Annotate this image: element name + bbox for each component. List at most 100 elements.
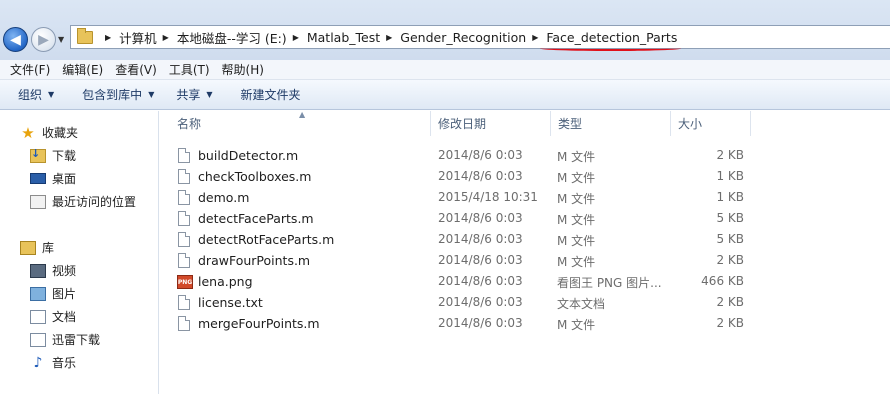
chevron-down-icon: ▼ [48,90,55,99]
star-icon: ★ [21,123,35,142]
file-type: M 文件 [557,318,596,332]
command-bar: 组织 ▼ 包含到库中 ▼ 共享 ▼ 新建文件夹 [0,80,890,110]
back-button[interactable]: ◀ [3,27,28,52]
download-folder-icon [30,147,46,163]
chevron-right-icon[interactable]: ▶ [105,33,111,42]
nav-item-label: 下载 [52,149,77,163]
nav-item-label: 文档 [52,310,77,324]
file-row[interactable]: license.txt 2014/8/6 0:03 文本文档 2 KB [160,292,890,313]
forward-button[interactable]: ▶ [31,27,56,52]
breadcrumb-computer[interactable]: 计算机 [119,28,157,47]
file-type: M 文件 [557,192,596,206]
file-row[interactable]: mergeFourPoints.m 2014/8/6 0:03 M 文件 2 K… [160,313,890,334]
folder-icon [77,27,93,44]
m-file-icon [178,190,190,205]
menu-tools[interactable]: 工具(T) [163,61,216,78]
file-size: 5 KB [716,232,744,246]
nav-item-recent-places[interactable]: 最近访问的位置 [30,193,136,210]
menu-view[interactable]: 查看(V) [109,61,163,78]
back-arrow-icon: ◀ [10,31,21,48]
documents-library-icon [30,309,46,324]
chevron-right-icon[interactable]: ▶ [532,33,538,42]
file-date: 2015/4/18 10:31 [438,190,538,204]
png-file-icon: PNG [177,275,193,289]
file-type: M 文件 [557,234,596,248]
library-icon [20,240,36,255]
chevron-down-icon: ▼ [206,90,213,99]
address-region: ◀ ▶ ▼ ▶ 计算机 ▶ 本地磁盘--学习 (E:) ▶ Matlab_Tes… [0,0,890,60]
file-row[interactable]: checkToolboxes.m 2014/8/6 0:03 M 文件 1 KB [160,166,890,187]
address-bar[interactable]: ▶ 计算机 ▶ 本地磁盘--学习 (E:) ▶ Matlab_Test ▶ Ge… [70,25,890,51]
chevron-right-icon[interactable]: ▶ [293,33,299,42]
menu-edit[interactable]: 编辑(E) [56,61,109,78]
nav-item-pictures[interactable]: 图片 [30,285,76,302]
file-name: license.txt [198,295,263,310]
m-file-icon [178,253,190,268]
file-list: ▲ 名称 修改日期 类型 大小 buildDetector.m 2014/8/6… [160,110,890,394]
chevron-right-icon[interactable]: ▶ [163,33,169,42]
nav-favorites[interactable]: ★ 收藏夹 [20,123,79,142]
organize-label: 组织 [18,88,43,102]
file-type: M 文件 [557,150,596,164]
nav-item-label: 桌面 [52,172,77,186]
m-file-icon [178,316,190,331]
desktop-icon [30,173,46,184]
file-name: detectFaceParts.m [198,211,314,226]
file-row[interactable]: detectFaceParts.m 2014/8/6 0:03 M 文件 5 K… [160,208,890,229]
sort-ascending-icon: ▲ [299,110,306,119]
share-label: 共享 [176,88,201,102]
menu-file[interactable]: 文件(F) [4,61,56,78]
file-size: 5 KB [716,211,744,225]
file-name: checkToolboxes.m [198,169,312,184]
include-in-library-button[interactable]: 包含到库中 ▼ [72,86,164,103]
nav-item-xunlei-downloads[interactable]: 迅雷下载 [30,331,100,348]
file-type: M 文件 [557,171,596,185]
video-library-icon [30,263,46,278]
file-row[interactable]: detectRotFaceParts.m 2014/8/6 0:03 M 文件 … [160,229,890,250]
file-size: 1 KB [716,190,744,204]
file-date: 2014/8/6 0:03 [438,253,523,267]
column-header-date[interactable]: 修改日期 [431,111,551,136]
file-row[interactable]: demo.m 2015/4/18 10:31 M 文件 1 KB [160,187,890,208]
breadcrumb-matlab-test[interactable]: Matlab_Test [307,30,380,45]
file-size: 466 KB [701,274,744,288]
column-header-label: 名称 [177,117,202,131]
nav-libraries-label: 库 [42,241,55,255]
nav-item-documents[interactable]: 文档 [30,308,76,325]
file-row[interactable]: drawFourPoints.m 2014/8/6 0:03 M 文件 2 KB [160,250,890,271]
nav-item-music[interactable]: ♪ 音乐 [30,354,76,371]
nav-favorites-label: 收藏夹 [42,126,79,140]
txt-file-icon [178,295,190,310]
file-type: M 文件 [557,213,596,227]
nav-item-label: 音乐 [52,356,77,370]
menu-help[interactable]: 帮助(H) [216,61,270,78]
nav-item-desktop[interactable]: 桌面 [30,170,76,187]
nav-item-videos[interactable]: 视频 [30,262,76,279]
column-header-type[interactable]: 类型 [551,111,671,136]
file-date: 2014/8/6 0:03 [438,295,523,309]
share-button[interactable]: 共享 ▼ [166,86,222,103]
organize-button[interactable]: 组织 ▼ [8,86,64,103]
nav-item-label: 最近访问的位置 [52,195,137,209]
chevron-right-icon[interactable]: ▶ [386,33,392,42]
file-size: 1 KB [716,169,744,183]
column-header-size[interactable]: 大小 [671,111,751,136]
file-name: mergeFourPoints.m [198,316,320,331]
navigation-pane: ★ 收藏夹 下载 桌面 最近访问的位置 库 视频 图片 文档 迅雷下载 ♪ 音乐 [0,111,159,394]
file-date: 2014/8/6 0:03 [438,274,523,288]
xunlei-download-icon [30,332,46,347]
nav-item-downloads[interactable]: 下载 [30,147,76,164]
file-type: M 文件 [557,255,596,269]
breadcrumb-face-detection-parts[interactable]: Face_detection_Parts [540,30,682,51]
file-row[interactable]: buildDetector.m 2014/8/6 0:03 M 文件 2 KB [160,145,890,166]
nav-libraries[interactable]: 库 [20,239,54,256]
m-file-icon [178,211,190,226]
new-folder-button[interactable]: 新建文件夹 [231,86,311,103]
breadcrumb-drive-e[interactable]: 本地磁盘--学习 (E:) [177,28,287,47]
recent-pages-dropdown-icon[interactable]: ▼ [58,35,64,44]
file-date: 2014/8/6 0:03 [438,211,523,225]
breadcrumb-gender-recognition[interactable]: Gender_Recognition [400,30,526,45]
m-file-icon [178,169,190,184]
file-row[interactable]: PNG lena.png 2014/8/6 0:03 看图王 PNG 图片...… [160,271,890,292]
column-header-name[interactable]: ▲ 名称 [160,110,431,136]
